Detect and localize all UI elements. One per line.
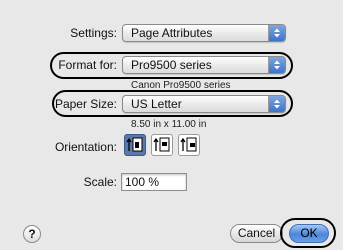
cancel-button[interactable]: Cancel [230, 224, 283, 243]
orientation-portrait-button[interactable] [124, 134, 146, 156]
orientation-label: Orientation: [54, 140, 117, 154]
paper-size-caption: 8.50 in x 11.00 in [131, 119, 207, 130]
orientation-landscape-left-button[interactable] [151, 134, 173, 156]
format-for-label: Format for: [58, 58, 117, 72]
settings-popup[interactable]: Page Attributes [122, 24, 286, 42]
paper-size-label: Paper Size: [54, 97, 117, 111]
ok-button[interactable]: OK [289, 224, 329, 243]
paper-size-popup[interactable]: US Letter [122, 95, 286, 113]
format-for-value: Pro9500 series [131, 58, 212, 72]
scale-label: Scale: [83, 175, 117, 189]
settings-label: Settings: [70, 26, 117, 40]
popup-arrows-icon [268, 57, 285, 73]
help-button[interactable]: ? [23, 225, 41, 243]
landscape-right-icon [180, 137, 197, 152]
portrait-icon [126, 137, 143, 152]
scale-input[interactable]: 100 % [121, 173, 187, 191]
format-for-popup[interactable]: Pro9500 series [122, 56, 286, 74]
popup-arrows-icon [268, 25, 285, 41]
orientation-landscape-right-button[interactable] [178, 134, 200, 156]
popup-arrows-icon [268, 96, 285, 112]
landscape-left-icon [153, 137, 170, 152]
settings-value: Page Attributes [131, 26, 213, 40]
paper-size-value: US Letter [131, 97, 182, 111]
